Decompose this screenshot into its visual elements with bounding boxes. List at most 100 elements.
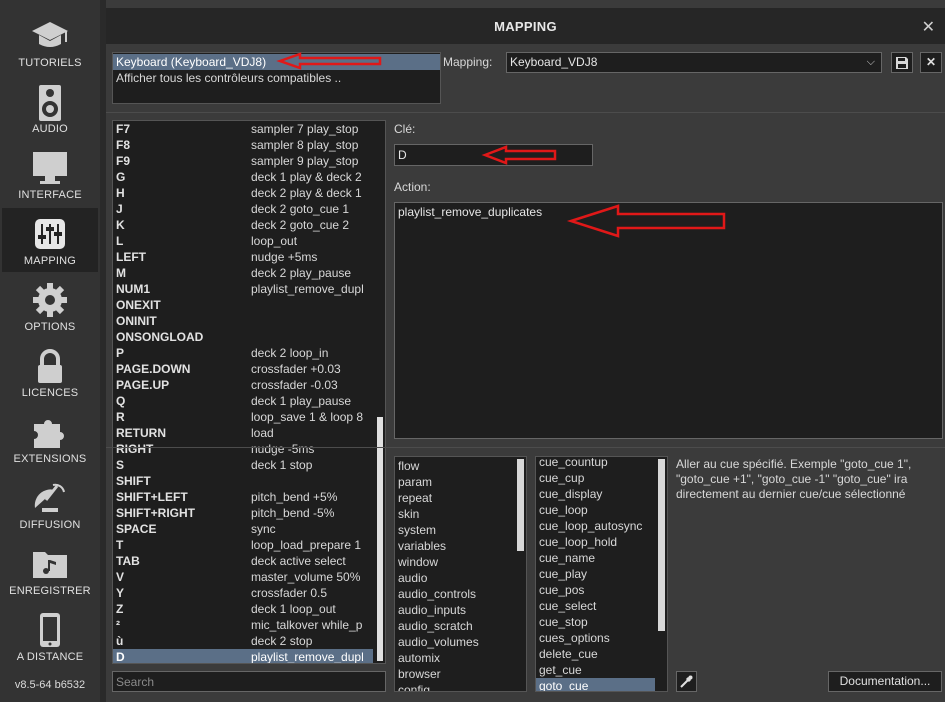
verb-item[interactable]: cues_options — [536, 630, 655, 646]
keylist-row[interactable]: ONINIT — [113, 313, 373, 329]
keylist-action: deck 1 stop — [251, 458, 313, 472]
category-item[interactable]: system — [395, 522, 514, 538]
keylist-row[interactable]: RIGHT nudge -5ms — [113, 441, 373, 457]
device-item-keyboard[interactable]: Keyboard (Keyboard_VDJ8) — [113, 54, 440, 70]
keylist-row[interactable]: Hdeck 2 play & deck 1 — [113, 185, 373, 201]
category-item[interactable]: automix — [395, 650, 514, 666]
eyedropper-button[interactable] — [676, 671, 697, 692]
keylist-row[interactable]: Ycrossfader 0.5 — [113, 585, 373, 601]
verb-item[interactable]: get_cue — [536, 662, 655, 678]
category-item[interactable]: variables — [395, 538, 514, 554]
delete-mapping-button[interactable]: ✕ — [920, 52, 942, 73]
category-item[interactable]: window — [395, 554, 514, 570]
verb-scroll-thumb[interactable] — [658, 459, 665, 631]
key-field[interactable] — [394, 144, 593, 166]
verb-item[interactable]: cue_cup — [536, 470, 655, 486]
sidebar-item-label: INTERFACE — [18, 189, 82, 201]
close-icon[interactable]: ✕ — [922, 17, 935, 37]
keylist-row[interactable]: Dplaylist_remove_dupl — [113, 649, 373, 663]
keylist-row[interactable]: Rloop_save 1 & loop 8 — [113, 409, 373, 425]
keylist-row[interactable]: SHIFT+LEFT pitch_bend +5% — [113, 489, 373, 505]
keylist-row[interactable]: Tloop_load_prepare 1 — [113, 537, 373, 553]
sidebar-item-options[interactable]: OPTIONS — [2, 274, 98, 338]
keylist-row[interactable]: Pdeck 2 loop_in — [113, 345, 373, 361]
keylist-row[interactable]: Qdeck 1 play_pause — [113, 393, 373, 409]
keylist-row[interactable]: Vmaster_volume 50% — [113, 569, 373, 585]
verb-scrollbar[interactable] — [658, 457, 665, 691]
keylist-key: Z — [116, 602, 124, 616]
verb-item[interactable]: delete_cue — [536, 646, 655, 662]
keylist-row[interactable]: LEFT nudge +5ms — [113, 249, 373, 265]
category-item[interactable]: audio_inputs — [395, 602, 514, 618]
keylist-row[interactable]: ONSONGLOAD — [113, 329, 373, 345]
verb-item[interactable]: cue_stop — [536, 614, 655, 630]
category-item[interactable]: skin — [395, 506, 514, 522]
keylist-row[interactable]: F9 sampler 9 play_stop — [113, 153, 373, 169]
keylist-row[interactable]: Sdeck 1 stop — [113, 457, 373, 473]
keylist-row[interactable]: NUM1 playlist_remove_dupl — [113, 281, 373, 297]
category-scroll-thumb[interactable] — [517, 459, 524, 551]
sidebar-item-extensions[interactable]: EXTENSIONS — [2, 406, 98, 470]
verb-item[interactable]: goto_cue — [536, 678, 655, 691]
sidebar-item-interface[interactable]: INTERFACE — [2, 142, 98, 206]
save-mapping-button[interactable] — [891, 52, 913, 73]
verb-item[interactable]: cue_loop — [536, 502, 655, 518]
category-scrollbar[interactable] — [517, 457, 524, 691]
verb-item[interactable]: cue_countup — [536, 457, 655, 470]
category-item[interactable]: browser — [395, 666, 514, 682]
category-item[interactable]: config — [395, 682, 514, 691]
sidebar-item-label: OPTIONS — [24, 321, 76, 333]
sidebar-item-enregistrer[interactable]: ENREGISTRER — [2, 538, 98, 602]
category-item[interactable]: audio_controls — [395, 586, 514, 602]
keylist-row[interactable]: SHIFT+RIGHT pitch_bend -5% — [113, 505, 373, 521]
category-item[interactable]: audio_volumes — [395, 634, 514, 650]
verb-item[interactable]: cue_loop_hold — [536, 534, 655, 550]
verb-item[interactable]: cue_display — [536, 486, 655, 502]
category-item[interactable]: flow — [395, 458, 514, 474]
keylist-row[interactable]: Kdeck 2 goto_cue 2 — [113, 217, 373, 233]
device-item-show-all[interactable]: Afficher tous les contrôleurs compatible… — [113, 70, 440, 86]
keylist-row[interactable]: Jdeck 2 goto_cue 1 — [113, 201, 373, 217]
sidebar-item-tutoriels[interactable]: TUTORIELS — [2, 10, 98, 74]
keylist-row[interactable]: ONEXIT — [113, 297, 373, 313]
category-item[interactable]: audio — [395, 570, 514, 586]
search-input[interactable] — [112, 671, 386, 692]
keylist-row[interactable]: Mdeck 2 play_pause — [113, 265, 373, 281]
category-item[interactable]: audio_scratch — [395, 618, 514, 634]
action-field[interactable]: playlist_remove_duplicates — [394, 202, 943, 439]
sidebar-item-diffusion[interactable]: DIFFUSION — [2, 472, 98, 536]
keylist-row[interactable]: TAB deck active select — [113, 553, 373, 569]
verb-item[interactable]: cue_select — [536, 598, 655, 614]
sidebar-item-a-distance[interactable]: A DISTANCE — [2, 604, 98, 668]
keylist-row[interactable]: F8 sampler 8 play_stop — [113, 137, 373, 153]
keylist-row[interactable]: SHIFT — [113, 473, 373, 489]
keylist-key: SHIFT+RIGHT — [116, 506, 196, 520]
keylist-row[interactable]: Lloop_out — [113, 233, 373, 249]
keylist-row[interactable]: F7 sampler 7 play_stop — [113, 121, 373, 137]
keylist-scrollbar[interactable] — [375, 121, 385, 663]
keylist-row[interactable]: ² mic_talkover while_p — [113, 617, 373, 633]
verb-item[interactable]: cue_play — [536, 566, 655, 582]
sidebar-item-mapping[interactable]: MAPPING — [2, 208, 98, 272]
keylist-action: deck 1 play & deck 2 — [251, 170, 362, 184]
documentation-button[interactable]: Documentation... — [828, 671, 942, 692]
verb-item[interactable]: cue_name — [536, 550, 655, 566]
sliders-icon — [2, 214, 98, 254]
sidebar-item-audio[interactable]: AUDIO — [2, 76, 98, 140]
keylist-row[interactable]: Zdeck 1 loop_out — [113, 601, 373, 617]
keylist-row[interactable]: RETURN load — [113, 425, 373, 441]
mapping-select[interactable]: Keyboard_VDJ8 ⌵ — [506, 52, 882, 73]
keylist-row[interactable]: PAGE.UP crossfader -0.03 — [113, 377, 373, 393]
keylist-row[interactable]: SPACE sync — [113, 521, 373, 537]
keylist-action: master_volume 50% — [251, 570, 361, 584]
keylist-scroll-thumb[interactable] — [377, 417, 383, 661]
category-item[interactable]: param — [395, 474, 514, 490]
sidebar-item-licences[interactable]: LICENCES — [2, 340, 98, 404]
keylist-row[interactable]: Gdeck 1 play & deck 2 — [113, 169, 373, 185]
verb-item[interactable]: cue_pos — [536, 582, 655, 598]
divider — [106, 447, 945, 448]
category-item[interactable]: repeat — [395, 490, 514, 506]
verb-item[interactable]: cue_loop_autosync — [536, 518, 655, 534]
keylist-row[interactable]: PAGE.DOWN crossfader +0.03 — [113, 361, 373, 377]
keylist-row[interactable]: ù deck 2 stop — [113, 633, 373, 649]
